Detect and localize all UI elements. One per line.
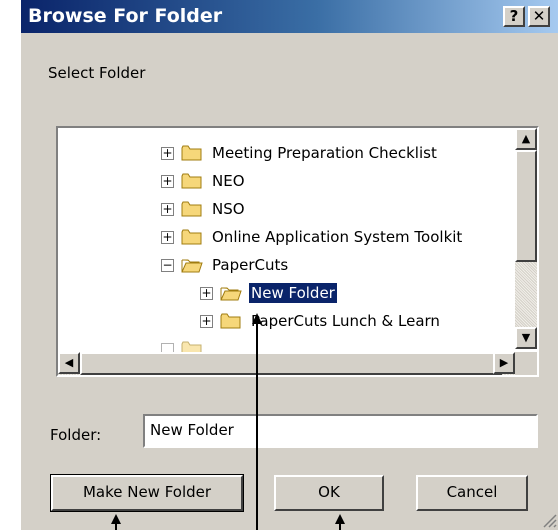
annotation-arrow-new-folder	[252, 313, 262, 530]
annotation-arrow-make-new-folder	[111, 514, 121, 530]
annotation-arrow-ok	[335, 514, 345, 530]
annotation-arrows	[111, 313, 345, 530]
